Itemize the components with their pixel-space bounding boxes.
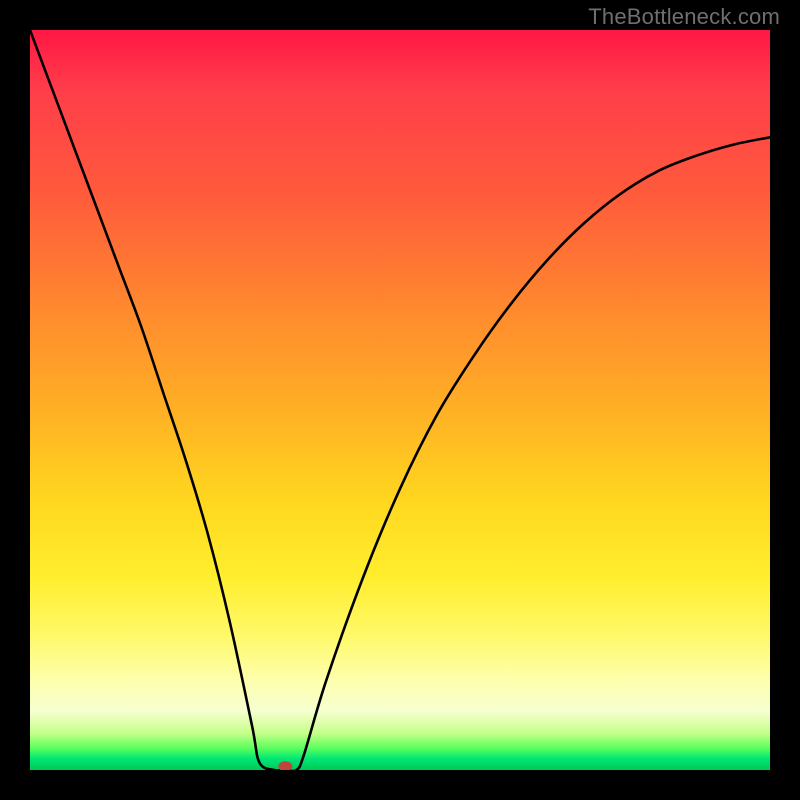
chart-frame: TheBottleneck.com <box>0 0 800 800</box>
watermark-text: TheBottleneck.com <box>588 4 780 30</box>
bottleneck-curve <box>30 30 770 770</box>
chart-svg <box>30 30 770 770</box>
chart-plot-area <box>30 30 770 770</box>
curve-minimum-marker <box>278 761 292 770</box>
